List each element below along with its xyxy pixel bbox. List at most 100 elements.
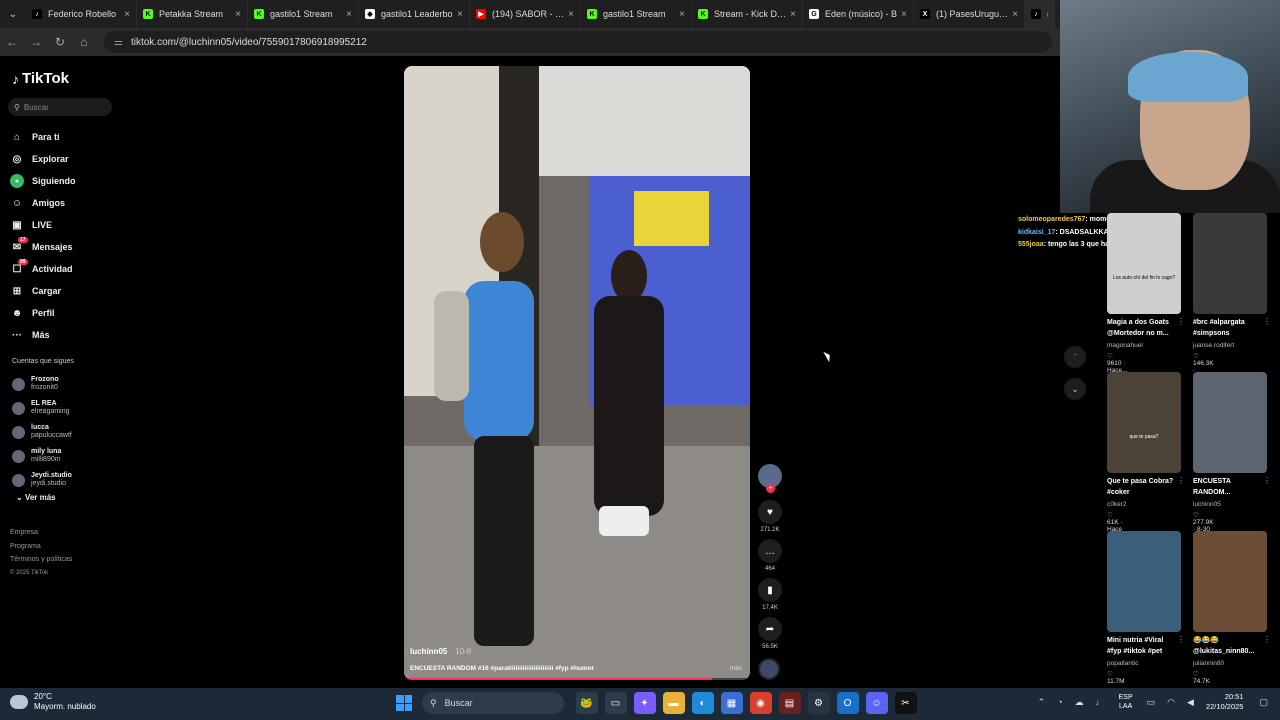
menu-item-cargar[interactable]: ⊞ Cargar xyxy=(10,280,76,302)
search-app-icon[interactable]: 🐸 xyxy=(575,692,598,714)
menu-item-más[interactable]: ··· Más xyxy=(10,324,76,346)
steam-icon[interactable]: ⚙ xyxy=(807,692,830,714)
network-app-icon[interactable]: ◔ xyxy=(1057,697,1062,707)
site-info-icon[interactable]: ⚌ xyxy=(114,37,123,48)
menu-item-siguiendo[interactable]: ● Siguiendo xyxy=(10,170,76,192)
following-item[interactable]: Frozono frozonit0 xyxy=(12,372,72,396)
chevron-up-icon[interactable]: ⌃ xyxy=(1038,697,1046,708)
video-player[interactable]: luchinn05 · 10-8 ENCUESTA RANDOM #16 #par… xyxy=(404,66,750,680)
close-tab-icon[interactable]: × xyxy=(235,9,241,20)
browser-tab[interactable]: G Eden (músico) - B × xyxy=(803,0,914,28)
tab-search-icon[interactable]: ⌄ xyxy=(0,0,26,28)
comment-button[interactable]: … xyxy=(758,539,782,563)
browser-tab[interactable]: ◆ gastilo1 Leaderbo × xyxy=(359,0,470,28)
close-tab-icon[interactable]: × xyxy=(790,9,796,20)
windows-start-icon[interactable] xyxy=(396,695,412,711)
see-more-button[interactable]: ⌄ Ver más xyxy=(16,493,56,502)
browser-tab[interactable]: Kgastilo1 Stream × xyxy=(581,0,692,28)
menu-item-actividad[interactable]: ☐ 99 Actividad xyxy=(10,258,76,280)
like-button[interactable]: ♥ xyxy=(758,500,782,524)
taskbar-search[interactable]: ⚲ Buscar xyxy=(422,692,564,714)
share-button[interactable]: ➦ xyxy=(758,617,782,641)
browser-tab[interactable]: X (1) PasesUruguay × xyxy=(914,0,1025,28)
menu-item-perfil[interactable]: ☻ Perfil xyxy=(10,302,76,324)
close-tab-icon[interactable]: × xyxy=(124,9,130,20)
clock[interactable]: 20:51 22/10/2025 xyxy=(1206,692,1244,712)
chat-username: 555joaa xyxy=(1018,241,1044,248)
previous-video-button[interactable]: ⌃ xyxy=(1064,346,1086,368)
more-options-icon[interactable]: ⋮ xyxy=(1263,635,1271,644)
video-thumbnail[interactable] xyxy=(1193,531,1267,632)
close-tab-icon[interactable]: × xyxy=(346,9,352,20)
cloud-icon[interactable]: ☁ xyxy=(1075,697,1084,708)
weather-widget[interactable]: 20°C Mayorm. nublado xyxy=(10,692,96,712)
wifi-icon[interactable]: ◠ xyxy=(1167,697,1175,708)
footer-link[interactable]: Términos y políticas xyxy=(10,553,72,567)
following-item[interactable]: Jeydi.studio jeydi.studio xyxy=(12,468,72,492)
footer-link[interactable]: Empresa xyxy=(10,526,72,540)
sound-disc[interactable] xyxy=(758,658,780,680)
capcut-icon[interactable]: ✂ xyxy=(894,692,917,714)
copilot-icon[interactable]: ✦ xyxy=(633,692,656,714)
save-button[interactable]: ▮ xyxy=(758,578,782,602)
video-thumbnail[interactable] xyxy=(1193,213,1267,314)
video-thumbnail[interactable] xyxy=(1107,531,1181,632)
close-tab-icon[interactable]: × xyxy=(679,9,685,20)
browser-tab[interactable]: ♪ (27) xyxy=(1025,0,1055,28)
home-icon[interactable]: ⌂ xyxy=(72,35,96,49)
close-tab-icon[interactable]: × xyxy=(457,9,463,20)
browser-tab[interactable]: Kgastilo1 Stream × xyxy=(248,0,359,28)
more-options-icon[interactable]: ⋮ xyxy=(1177,317,1185,326)
microphone-icon[interactable]: ♩ xyxy=(1096,697,1105,707)
menu-item-live[interactable]: ▣ LIVE xyxy=(10,214,76,236)
browser-tab[interactable]: K Petakka Stream × xyxy=(137,0,248,28)
menu-item-label: Perfil xyxy=(32,308,55,318)
edge-icon[interactable]: ◐ xyxy=(691,692,714,714)
close-tab-icon[interactable]: × xyxy=(568,9,574,20)
discord-icon[interactable]: ☺ xyxy=(865,692,888,714)
footer-link[interactable]: Programa xyxy=(10,540,72,554)
chrome-icon[interactable]: ◉ xyxy=(749,692,772,714)
next-video-button[interactable]: ⌄ xyxy=(1064,378,1086,400)
video-author[interactable]: luchinn05 · 10-8 xyxy=(410,647,471,656)
more-options-icon[interactable]: ⋮ xyxy=(1263,317,1271,326)
menu-item-label: Cargar xyxy=(32,286,62,296)
menu-item-explorar[interactable]: ◎ Explorar xyxy=(10,148,76,170)
back-icon[interactable]: ← xyxy=(0,35,24,49)
store-icon[interactable]: ▦ xyxy=(720,692,743,714)
display-icon[interactable]: ▭ xyxy=(1147,697,1156,708)
more-options-icon[interactable]: ⋮ xyxy=(1263,476,1271,485)
following-item[interactable]: mily luna milli890m xyxy=(12,444,72,468)
caption-more-button[interactable]: más xyxy=(730,665,742,672)
search-input[interactable]: ⚲ Buscar xyxy=(8,98,112,116)
recorder-icon[interactable]: ▤ xyxy=(778,692,801,714)
following-item[interactable]: lucca papuluccawtf xyxy=(12,420,72,444)
follow-plus-icon[interactable]: + xyxy=(766,484,775,493)
browser-tab[interactable]: K Stream - Kick Das × xyxy=(692,0,803,28)
video-progress-bar[interactable] xyxy=(404,678,750,680)
browser-tab[interactable]: ▶ (194) SABOR - Kh × xyxy=(470,0,581,28)
video-thumbnail[interactable]: Los auto-chi del fin lo cago? xyxy=(1107,213,1181,314)
video-thumbnail[interactable]: que te pasa? xyxy=(1107,372,1181,473)
more-options-icon[interactable]: ⋮ xyxy=(1177,476,1185,485)
video-thumbnail[interactable] xyxy=(1193,372,1267,473)
menu-item-mensajes[interactable]: ✉ 17 Mensajes xyxy=(10,236,76,258)
reload-icon[interactable]: ↻ xyxy=(48,35,72,49)
tiktok-logo[interactable]: ♪ TikTok xyxy=(12,70,69,87)
menu-item-amigos[interactable]: ☺ Amigos xyxy=(10,192,76,214)
close-tab-icon[interactable]: × xyxy=(901,9,907,20)
taskview-icon[interactable]: ▭ xyxy=(604,692,627,714)
volume-icon[interactable]: ◀ xyxy=(1187,697,1194,708)
notification-icon[interactable]: ▢ xyxy=(1259,697,1268,708)
forward-icon[interactable]: → xyxy=(24,35,48,49)
following-item[interactable]: EL REA elreagaming xyxy=(12,396,72,420)
close-tab-icon[interactable]: × xyxy=(1012,9,1018,20)
file-explorer-icon[interactable]: ▬ xyxy=(662,692,685,714)
outlook-icon[interactable]: O xyxy=(836,692,859,714)
address-bar[interactable]: ⚌ tiktok.com/@luchinn05/video/7559017806… xyxy=(104,31,1052,53)
language-indicator[interactable]: ESP LAA xyxy=(1119,693,1133,711)
creator-avatar[interactable]: + xyxy=(758,464,782,493)
menu-item-para-ti[interactable]: ⌂ Para ti xyxy=(10,126,76,148)
browser-tab[interactable]: ♪ Federico Robello × xyxy=(26,0,137,28)
more-options-icon[interactable]: ⋮ xyxy=(1177,635,1185,644)
